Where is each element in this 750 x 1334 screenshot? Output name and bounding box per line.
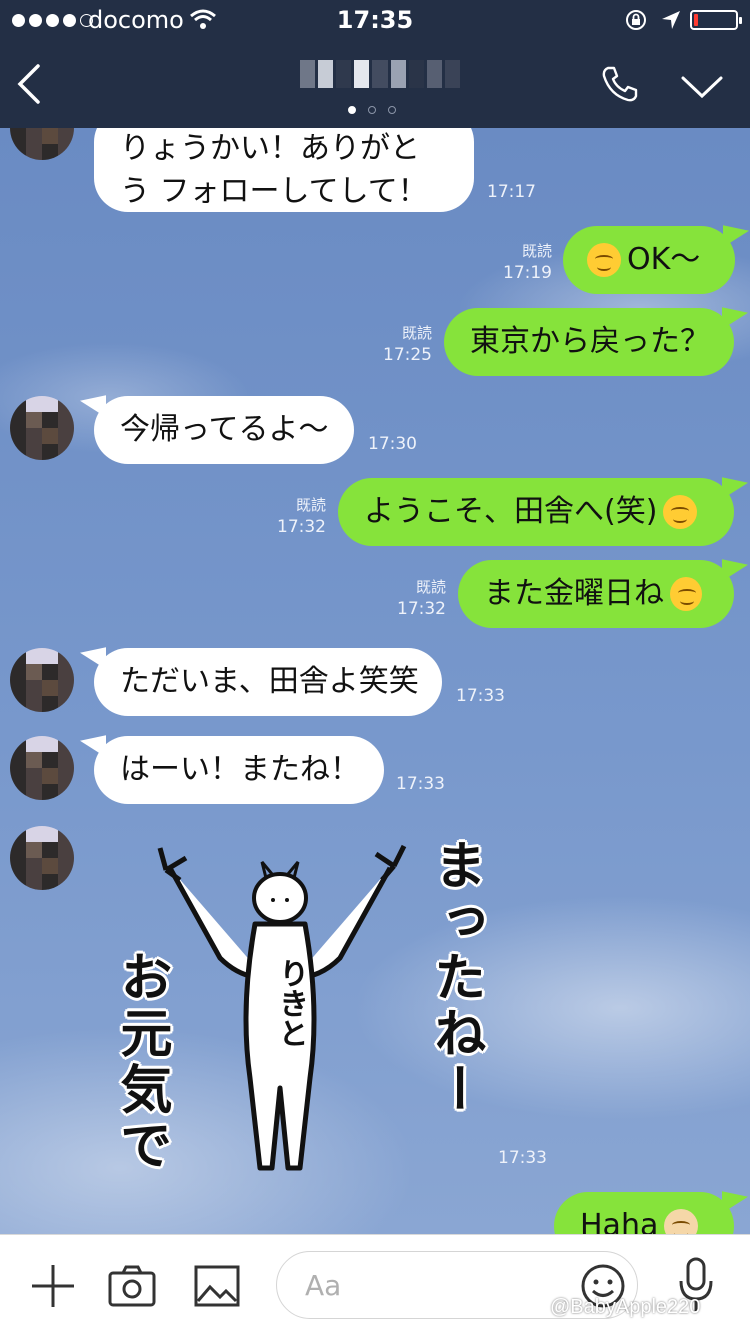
message-bubble-outgoing[interactable]: ようこそ、田舎へ(笑): [338, 478, 734, 546]
message-text: また金曜日ね: [484, 575, 664, 611]
message-meta: 既読 17:19: [490, 242, 552, 284]
sticker-text-right: まったねー: [425, 838, 485, 1118]
message-text: 今帰ってるよ〜: [120, 411, 329, 447]
avatar[interactable]: [10, 826, 74, 890]
message-time: 17:17: [487, 182, 536, 202]
smiling-face-emoji: [670, 577, 702, 611]
back-chevron-icon[interactable]: [14, 62, 42, 106]
message-time: 17:33: [498, 1148, 547, 1168]
message-meta: 既読 17:32: [264, 496, 326, 538]
message-composer-bar: Aa: [0, 1234, 750, 1334]
read-receipt: 既読: [295, 496, 326, 514]
message-text: 東京から戻った？: [470, 323, 710, 359]
read-receipt: 既読: [521, 242, 552, 260]
message-time: 17:19: [503, 262, 552, 283]
read-receipt: 既読: [415, 578, 446, 596]
winking-face-emoji: [663, 495, 698, 529]
image-gallery-icon[interactable]: [194, 1265, 240, 1307]
message-bubble-outgoing[interactable]: 東京から戻った？: [444, 308, 734, 376]
message-time: 17:32: [277, 516, 326, 537]
message-time: 17:30: [368, 434, 417, 454]
plus-icon[interactable]: [30, 1263, 76, 1309]
message-text: Haha: [580, 1207, 659, 1234]
battery-icon: [690, 10, 742, 30]
message-meta: 既読 17:32: [384, 578, 446, 620]
message-bubble-outgoing[interactable]: OK〜: [563, 226, 735, 294]
message-text: りょうかい！ありがとう フォローしてして！: [120, 130, 428, 210]
message-bubble-incoming[interactable]: ただいま、田舎よ笑笑: [94, 648, 442, 716]
message-text: はーい！またね！: [120, 751, 360, 787]
smiling-face-emoji: [587, 243, 621, 277]
page-indicator: [348, 106, 396, 114]
message-text: ただいま、田舎よ笑笑: [120, 663, 419, 699]
message-bubble-incoming[interactable]: はーい！またね！: [94, 736, 384, 804]
message-time: 17:25: [383, 344, 432, 365]
watermark: @BabyApple220: [550, 1296, 701, 1318]
message-text: OK〜: [627, 241, 701, 277]
avatar[interactable]: [10, 736, 74, 800]
camera-icon[interactable]: [108, 1265, 156, 1307]
message-bubble-outgoing[interactable]: また金曜日ね: [458, 560, 734, 628]
message-time: 17:33: [456, 686, 505, 706]
message-text: ようこそ、田舎へ(笑): [364, 493, 658, 529]
message-time: 17:33: [396, 774, 445, 794]
message-bubble-incoming[interactable]: りょうかい！ありがとう フォローしてして！: [94, 128, 474, 212]
read-receipt: 既読: [401, 324, 432, 342]
message-bubble-outgoing[interactable]: Haha: [554, 1192, 734, 1234]
rotation-lock-icon: [626, 10, 646, 30]
app-header: docomo 17:35: [0, 0, 750, 128]
victory-hand-emoji: [664, 1209, 699, 1234]
sticker-text-left: お元気で: [111, 950, 171, 1174]
status-bar: docomo 17:35: [0, 0, 750, 40]
message-input-placeholder: Aa: [305, 1268, 342, 1302]
phone-call-icon[interactable]: [600, 64, 640, 104]
chat-area[interactable]: りょうかい！ありがとう フォローしてして！ 17:17 既読 17:19 OK〜…: [0, 128, 750, 1234]
avatar[interactable]: [10, 128, 74, 160]
message-time: 17:32: [397, 598, 446, 619]
message-bubble-incoming[interactable]: 今帰ってるよ〜: [94, 396, 354, 464]
chevron-down-icon[interactable]: [680, 74, 724, 100]
location-arrow-icon: [662, 11, 680, 29]
chat-title-pixelated: [300, 60, 460, 88]
avatar[interactable]: [10, 648, 74, 712]
sticker-name: りきと: [273, 958, 308, 1048]
avatar[interactable]: [10, 396, 74, 460]
message-meta: 既読 17:25: [372, 324, 432, 366]
